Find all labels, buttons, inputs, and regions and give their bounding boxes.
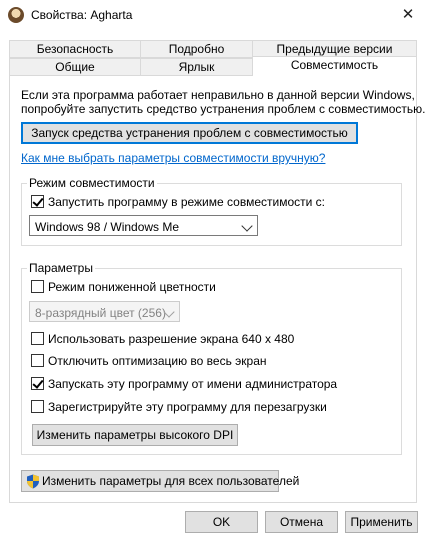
reduced-color-checkbox[interactable] [31, 280, 44, 293]
tab-general[interactable]: Общие [9, 58, 141, 76]
title-bar: Свойства: Agharta ✕ [0, 0, 427, 30]
help-compat-link[interactable]: Как мне выбрать параметры совместимости … [21, 151, 325, 165]
ok-button[interactable]: OK [185, 511, 258, 533]
close-button[interactable]: ✕ [396, 4, 420, 26]
tab-security[interactable]: Безопасность [9, 40, 141, 58]
compat-mode-label: Запустить программу в режиме совместимос… [48, 195, 325, 209]
tab-details[interactable]: Подробно [140, 40, 253, 58]
all-users-button[interactable]: Изменить параметры для всех пользователе… [21, 470, 299, 492]
compat-os-select[interactable]: Windows 98 / Windows Me [29, 215, 258, 236]
settings-legend: Параметры [27, 261, 95, 275]
color-depth-select: 8-разрядный цвет (256) [29, 301, 180, 322]
run-admin-label: Запускать эту программу от имени админис… [48, 377, 338, 391]
run-admin-checkbox[interactable] [31, 377, 44, 390]
window-title: Свойства: Agharta [31, 8, 133, 22]
tab-shortcut[interactable]: Ярлык [140, 58, 253, 76]
reduced-color-label: Режим пониженной цветности [48, 280, 216, 294]
res640-checkbox[interactable] [31, 332, 44, 345]
close-icon: ✕ [401, 6, 415, 23]
tab-compatibility[interactable]: Совместимость [252, 56, 417, 76]
disable-fullscreen-label: Отключить оптимизацию во весь экран [48, 354, 267, 368]
app-icon [8, 7, 24, 23]
run-troubleshooter-button[interactable]: Запуск средства устранения проблем с сов… [21, 122, 358, 144]
chevron-down-icon [241, 220, 253, 232]
all-users-label: Изменить параметры для всех пользователе… [42, 474, 300, 488]
apply-button[interactable]: Применить [345, 511, 418, 533]
intro-text-line1: Если эта программа работает неправильно … [21, 88, 415, 102]
res640-label: Использовать разрешение экрана 640 x 480 [48, 332, 295, 346]
intro-text-line2: попробуйте запустить средство устранения… [21, 102, 426, 116]
color-depth-value: 8-разрядный цвет (256) [35, 306, 166, 320]
disable-fullscreen-checkbox[interactable] [31, 354, 44, 367]
high-dpi-button[interactable]: Изменить параметры высокого DPI [32, 424, 238, 446]
register-restart-label: Зарегистрируйте эту программу для переза… [48, 400, 327, 414]
uac-shield-icon [27, 474, 39, 489]
compat-os-value: Windows 98 / Windows Me [35, 220, 180, 234]
compat-mode-checkbox[interactable] [31, 195, 44, 208]
active-tab-join [253, 74, 416, 77]
register-restart-checkbox[interactable] [31, 400, 44, 413]
compat-mode-legend: Режим совместимости [27, 176, 157, 190]
cancel-button[interactable]: Отмена [265, 511, 338, 533]
